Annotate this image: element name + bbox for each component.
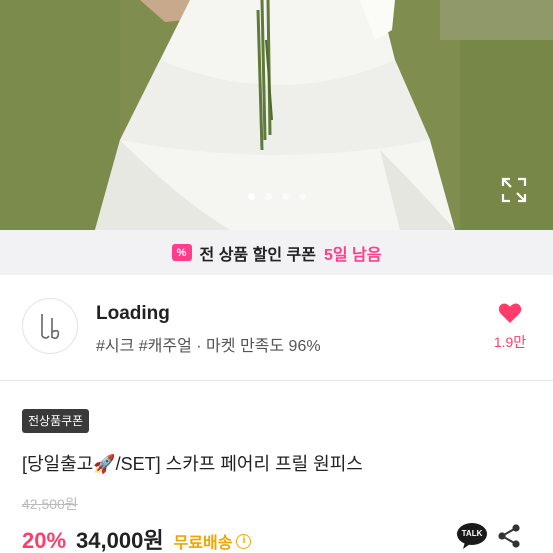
photo-pagination: [0, 193, 553, 203]
like-count: 1.9만: [493, 334, 527, 350]
pagination-dot[interactable]: [281, 193, 289, 200]
shipping-label: 무료배송: [173, 535, 233, 552]
heart-icon: [498, 303, 522, 323]
product-photo[interactable]: [0, 0, 553, 230]
like-button[interactable]: 1.9만: [488, 302, 532, 352]
coupon-percent-icon: %: [171, 244, 192, 261]
coupon-badge: 전상품쿠폰: [22, 409, 90, 433]
product-title: [당일출고🚀/SET] 스카프 페어리 프릴 원피스: [22, 454, 363, 474]
shop-name[interactable]: Loading: [96, 303, 170, 325]
section-divider: [0, 380, 553, 381]
price-row: 20% 34,000원 무료배송 i: [22, 523, 252, 553]
pagination-dot[interactable]: [247, 193, 255, 200]
original-price: 42,500원: [22, 496, 78, 512]
expand-icon[interactable]: [500, 176, 528, 204]
info-icon[interactable]: i: [236, 533, 252, 549]
coupon-remaining: 5일 남음: [323, 246, 382, 264]
coupon-banner[interactable]: % 전 상품 할인 쿠폰 5일 남음: [0, 230, 553, 275]
talk-button[interactable]: TALK: [456, 522, 488, 550]
discount-rate: 20%: [22, 528, 67, 553]
coupon-text: 전 상품 할인 쿠폰: [199, 246, 316, 264]
share-icon-graphic: [498, 524, 520, 548]
talk-label: TALK: [461, 529, 483, 538]
sale-price: 34,000원: [76, 528, 164, 553]
pagination-dot[interactable]: [264, 193, 272, 200]
share-icon[interactable]: [496, 523, 522, 549]
pagination-dot[interactable]: [298, 193, 306, 200]
shipping-info[interactable]: 무료배송 i: [174, 529, 252, 553]
shop-info: Loading #시크 #캐주얼 · 마켓 만족도 96% 1.9만: [0, 275, 553, 380]
shop-logo-icon: [41, 314, 60, 340]
shop-logo[interactable]: [22, 298, 78, 354]
shop-tags: #시크 #캐주얼 · 마켓 만족도 96%: [96, 338, 321, 355]
expand-icon-graphic: [501, 177, 527, 203]
